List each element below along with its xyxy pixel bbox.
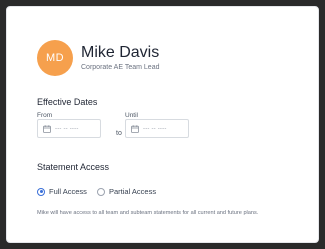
user-name: Mike Davis [81,44,160,61]
from-date-input[interactable]: --- -- ---- [37,119,101,138]
access-card: MD Mike Davis Corporate AE Team Lead Eff… [6,6,319,243]
from-date-placeholder: --- -- ---- [55,125,79,132]
user-role: Corporate AE Team Lead [81,64,160,71]
avatar: MD [37,40,73,76]
radio-selected-icon[interactable] [37,187,45,196]
radio-unselected-icon[interactable] [97,187,105,196]
until-date-placeholder: --- -- ---- [143,125,167,132]
statement-access-title: Statement Access [37,162,110,172]
until-date-input[interactable]: --- -- ---- [125,119,189,138]
avatar-initials: MD [45,52,65,64]
effective-dates-title: Effective Dates [37,97,98,107]
calendar-icon [131,124,139,133]
full-access-label: Full Access [49,187,87,196]
access-note: Mike will have access to all team and su… [37,210,259,216]
partial-access-label: Partial Access [109,187,157,196]
date-range-separator: to [116,130,122,137]
calendar-icon [43,124,51,133]
partial-access-radio[interactable]: Partial Access [97,187,156,196]
full-access-radio[interactable]: Full Access [37,187,87,196]
